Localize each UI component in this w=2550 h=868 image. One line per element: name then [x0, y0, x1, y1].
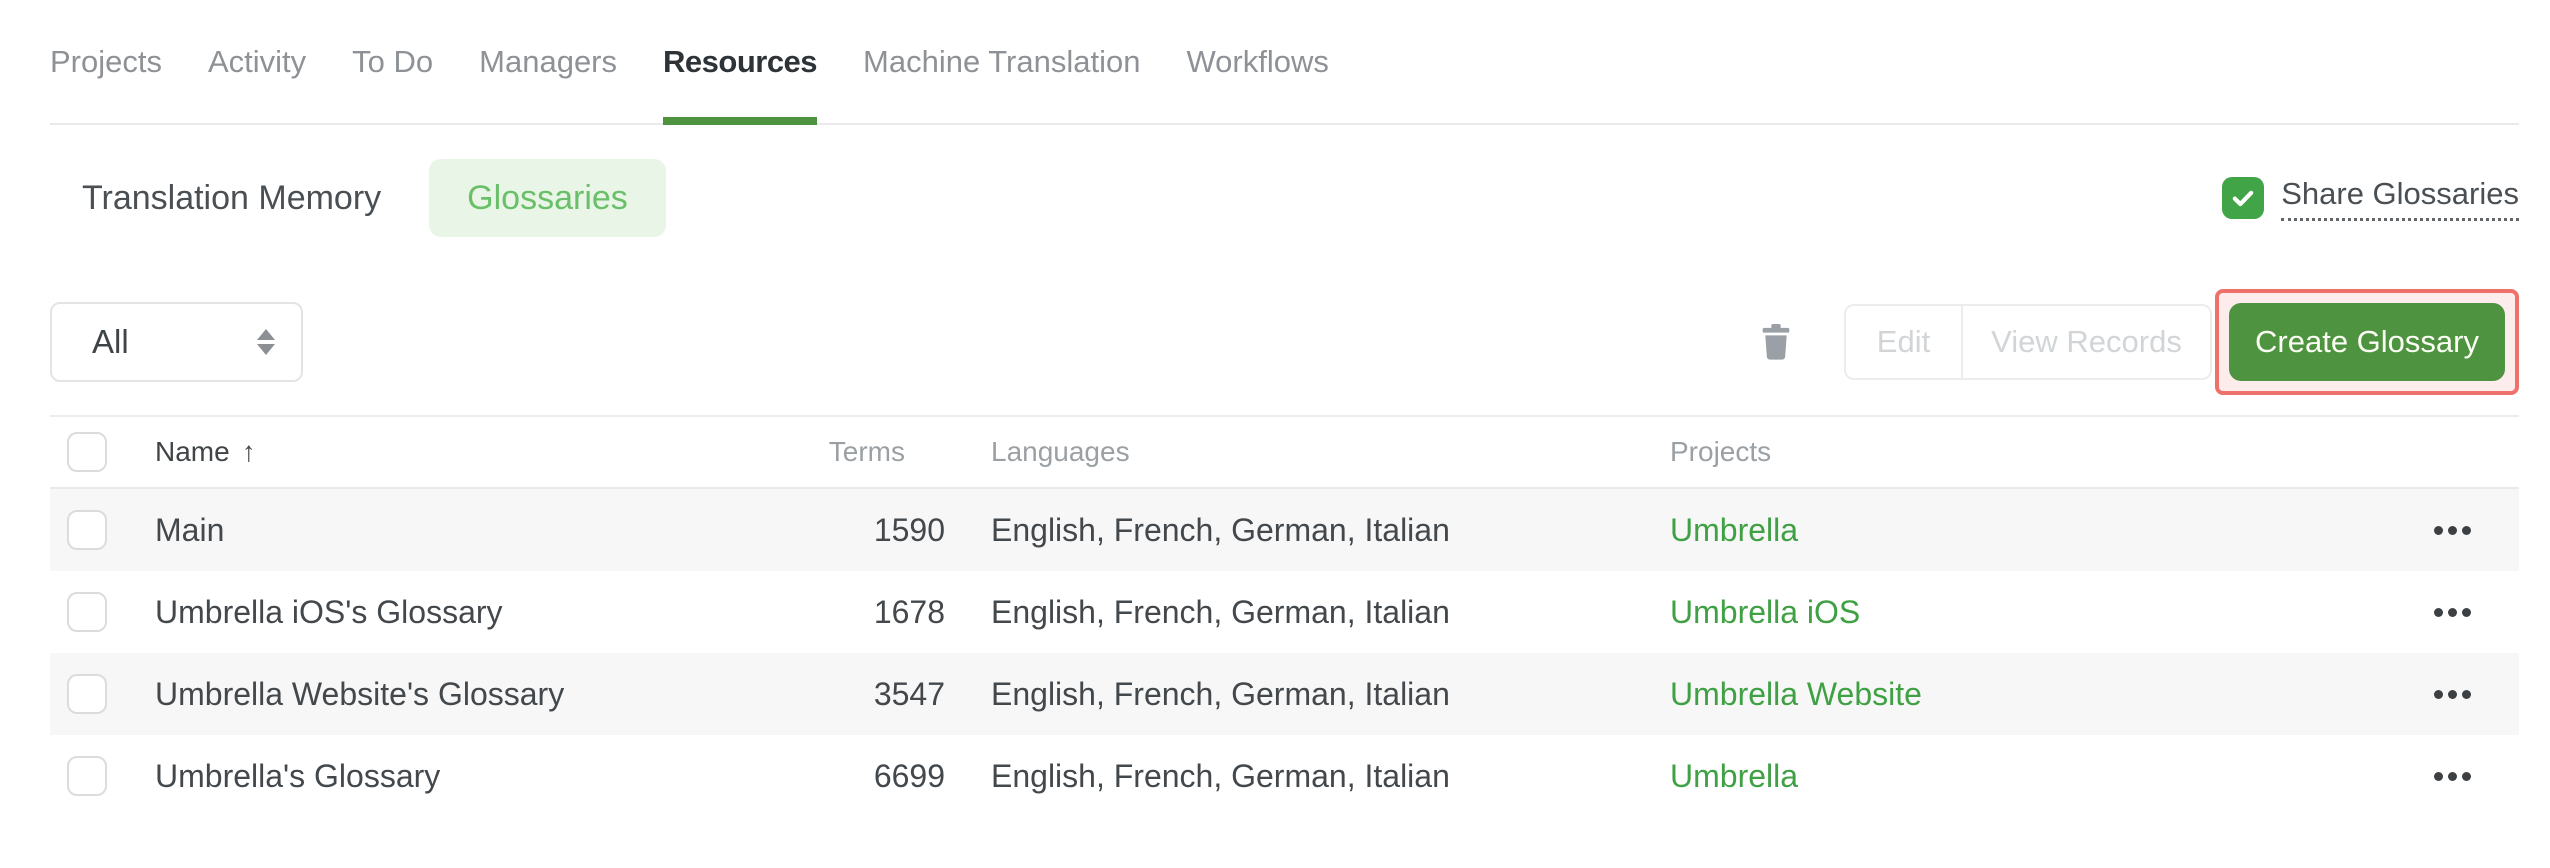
row-menu-button[interactable] — [2428, 516, 2477, 545]
glossary-languages: English, French, German, Italian — [991, 593, 1450, 630]
glossary-languages: English, French, German, Italian — [991, 675, 1450, 712]
share-glossaries-toggle[interactable]: Share Glossaries — [2222, 176, 2519, 221]
tab-managers[interactable]: Managers — [479, 0, 617, 123]
row-checkbox[interactable] — [67, 592, 107, 632]
tab-glossaries[interactable]: Glossaries — [429, 159, 666, 237]
project-link[interactable]: Umbrella — [1670, 758, 1798, 794]
main-nav: Projects Activity To Do Managers Resourc… — [50, 0, 2519, 125]
selection-actions-group: Edit View Records — [1844, 304, 2212, 380]
tab-resources[interactable]: Resources — [663, 0, 818, 125]
share-glossaries-label: Share Glossaries — [2281, 176, 2519, 221]
glossary-name: Umbrella's Glossary — [155, 757, 441, 794]
resources-subnav: Translation Memory Glossaries Share Glos… — [50, 159, 2519, 237]
glossaries-table: Name ↑ Terms Languages Projects Main 159… — [50, 415, 2519, 817]
tab-activity[interactable]: Activity — [208, 0, 306, 123]
tab-machine-translation[interactable]: Machine Translation — [863, 0, 1140, 123]
share-glossaries-checkbox[interactable] — [2222, 177, 2265, 219]
glossary-name: Umbrella Website's Glossary — [155, 675, 565, 712]
table-header-row: Name ↑ Terms Languages Projects — [50, 417, 2519, 489]
table-row: Umbrella iOS's Glossary 1678 English, Fr… — [50, 571, 2519, 653]
tab-todo-label: To Do — [352, 43, 434, 79]
tab-resources-label: Resources — [663, 43, 818, 79]
glossary-terms-count: 1590 — [873, 511, 945, 548]
glossary-name: Main — [155, 511, 225, 548]
column-header-name-label: Name — [155, 436, 230, 467]
row-checkbox[interactable] — [67, 756, 107, 796]
glossary-terms-count: 6699 — [873, 757, 945, 794]
select-all-checkbox[interactable] — [67, 432, 107, 472]
table-row: Main 1590 English, French, German, Itali… — [50, 489, 2519, 571]
project-link[interactable]: Umbrella Website — [1670, 676, 1922, 712]
dropdown-caret-icon — [257, 329, 275, 355]
table-row: Umbrella's Glossary 6699 English, French… — [50, 735, 2519, 817]
trash-icon — [1762, 324, 1790, 360]
sort-ascending-icon: ↑ — [241, 436, 256, 467]
create-glossary-annotation: Create Glossary — [2215, 289, 2519, 395]
tab-machine-translation-label: Machine Translation — [863, 43, 1141, 79]
glossary-terms-count: 3547 — [873, 675, 945, 712]
delete-glossary-button[interactable] — [1760, 323, 1792, 361]
check-icon — [2232, 190, 2254, 207]
glossaries-page: Projects Activity To Do Managers Resourc… — [50, 0, 2519, 817]
toolbar-actions: Edit View Records Create Glossary — [1760, 289, 2519, 395]
create-glossary-button[interactable]: Create Glossary — [2229, 303, 2505, 381]
glossary-filter-select[interactable]: All — [50, 302, 303, 382]
glossaries-toolbar: All Edit View Records Create Glossary — [50, 289, 2519, 395]
row-menu-button[interactable] — [2428, 680, 2477, 709]
project-link[interactable]: Umbrella — [1670, 512, 1798, 548]
edit-button[interactable]: Edit — [1846, 306, 1961, 378]
glossary-languages: English, French, German, Italian — [991, 511, 1450, 548]
tab-activity-label: Activity — [207, 43, 307, 79]
column-header-terms[interactable]: Terms — [795, 436, 945, 468]
column-header-languages[interactable]: Languages — [945, 436, 1620, 468]
glossary-terms-count: 1678 — [873, 593, 945, 630]
project-link[interactable]: Umbrella iOS — [1670, 594, 1860, 630]
row-menu-button[interactable] — [2428, 598, 2477, 627]
tab-projects-label: Projects — [50, 43, 162, 79]
tab-todo[interactable]: To Do — [352, 0, 433, 123]
tab-translation-memory[interactable]: Translation Memory — [82, 179, 381, 218]
glossary-filter-value: All — [92, 323, 129, 360]
tab-managers-label: Managers — [479, 43, 618, 79]
tab-workflows-label: Workflows — [1186, 43, 1329, 79]
tab-projects[interactable]: Projects — [50, 0, 162, 123]
table-row: Umbrella Website's Glossary 3547 English… — [50, 653, 2519, 735]
row-checkbox[interactable] — [67, 674, 107, 714]
glossary-name: Umbrella iOS's Glossary — [155, 593, 503, 630]
row-menu-button[interactable] — [2428, 762, 2477, 791]
glossary-languages: English, French, German, Italian — [991, 757, 1450, 794]
column-header-name[interactable]: Name ↑ — [155, 436, 795, 468]
view-records-button[interactable]: View Records — [1961, 306, 2210, 378]
tab-workflows[interactable]: Workflows — [1186, 0, 1328, 123]
column-header-projects[interactable]: Projects — [1620, 436, 2386, 468]
row-checkbox[interactable] — [67, 510, 107, 550]
